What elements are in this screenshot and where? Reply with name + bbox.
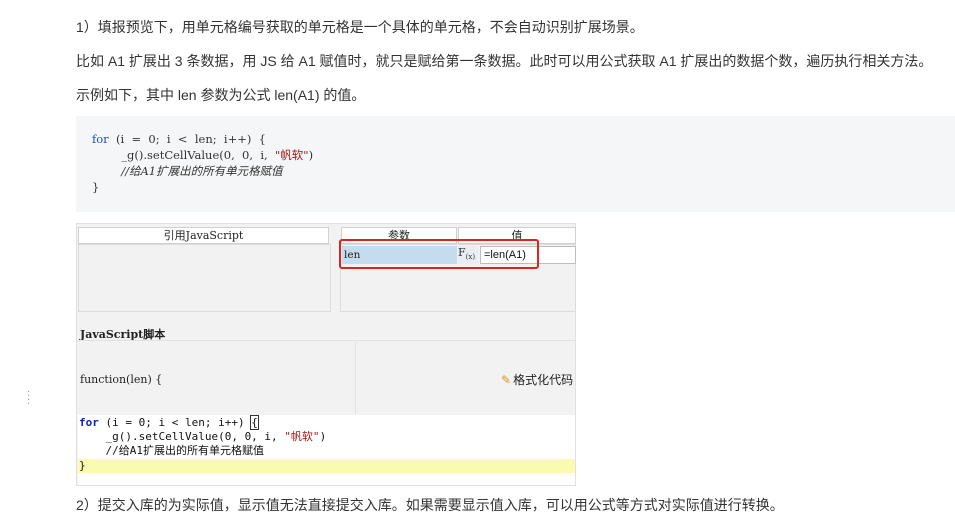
paragraph-2: 比如 A1 扩展出 3 条数据，用 JS 给 A1 赋值时，就只是赋给第一条数据… bbox=[76, 53, 933, 69]
designer-screenshot: 引用JavaScript 参数 值 len F(x) =len(A1) Java… bbox=[76, 223, 576, 486]
drag-handle-icon[interactable]: · · · · bbox=[27, 388, 31, 410]
format-code-button[interactable]: ✎ 格式化代码 bbox=[501, 371, 573, 388]
script-editor[interactable]: for (i = 0; i < len; i++) { _g().setCell… bbox=[78, 415, 575, 485]
paragraph-4: 2）提交入库的为实际值，显示值无法直接提交入库。如果需要显示值入库，可以用公式等… bbox=[76, 497, 784, 513]
paragraph-3: 示例如下，其中 len 参数为公式 len(A1) 的值。 bbox=[76, 87, 366, 103]
current-line-highlight bbox=[78, 459, 575, 473]
function-signature: function(len) { bbox=[80, 373, 163, 386]
editor-line-1: for (i = 0; i < len; i++) { bbox=[79, 415, 259, 430]
editor-line-3: //给A1扩展出的所有单元格赋值 bbox=[79, 444, 264, 457]
editor-line-2: _g().setCellValue(0, 0, i, "帆软") bbox=[79, 430, 327, 443]
code-block: for (i = 0; i < len; i++) { _g().setCell… bbox=[76, 116, 955, 212]
code-line-4: } bbox=[92, 180, 100, 194]
highlight-box bbox=[339, 239, 539, 269]
paragraph-1: 1）填报预览下，用单元格编号获取的单元格是一个具体的单元格，不会自动识别扩展场景… bbox=[76, 19, 644, 35]
code-line-2: _g().setCellValue(0, 0, i, "帆软") bbox=[92, 148, 314, 162]
header-ref-javascript: 引用JavaScript bbox=[78, 227, 329, 244]
reference-js-list[interactable] bbox=[78, 244, 331, 312]
code-line-3: //给A1扩展出的所有单元格赋值 bbox=[92, 164, 283, 178]
broom-icon: ✎ bbox=[501, 373, 512, 387]
divider bbox=[78, 340, 575, 341]
editor-line-4: } bbox=[79, 459, 86, 472]
code-line-1: for (i = 0; i < len; i++) { bbox=[92, 132, 266, 146]
